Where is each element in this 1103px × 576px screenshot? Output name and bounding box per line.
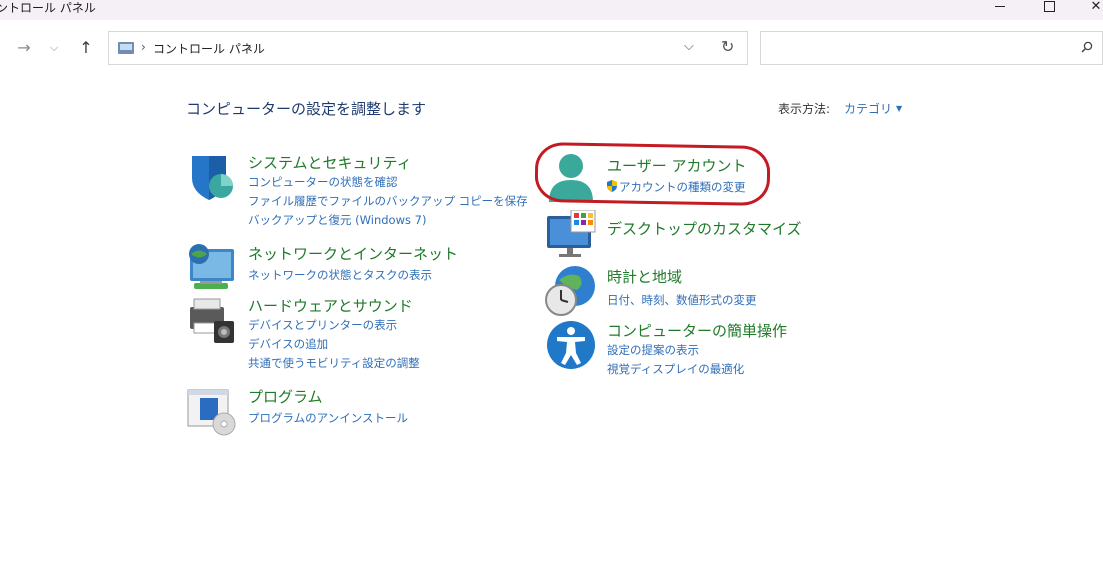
title-bar: ントロール パネル ✕ <box>0 0 1103 20</box>
clock-region-title[interactable]: 時計と地域 <box>607 266 682 287</box>
programs-icon <box>187 389 236 436</box>
network-title[interactable]: ネットワークとインターネット <box>248 243 458 264</box>
breadcrumb-chevron-icon[interactable]: › <box>247 40 252 54</box>
system-link-status[interactable]: コンピューターの状態を確認 <box>248 174 398 190</box>
network-link-status[interactable]: ネットワークの状態とタスクの表示 <box>248 267 432 283</box>
appearance-title[interactable]: デスクトップのカスタマイズ <box>607 218 802 239</box>
dropdown-caret-icon: ▼ <box>896 104 903 113</box>
search-input[interactable] <box>760 31 1103 65</box>
close-button[interactable]: ✕ <box>1084 0 1103 16</box>
view-by-dropdown[interactable]: カテゴリ ▼ <box>844 100 902 117</box>
address-bar[interactable]: › コントロール パネル › ⌵ ↻ <box>108 31 748 65</box>
maximize-icon <box>1043 1 1055 12</box>
control-panel-icon <box>118 42 134 54</box>
recent-locations-button[interactable]: ⌵ <box>44 38 64 58</box>
red-annotation-circle <box>534 141 771 207</box>
hardware-title[interactable]: ハードウェアとサウンド <box>248 295 413 316</box>
programs-link-uninstall[interactable]: プログラムのアンインストール <box>248 410 408 426</box>
minimize-button[interactable] <box>988 0 1012 16</box>
shield-icon <box>192 156 233 200</box>
system-security-title[interactable]: システムとセキュリティ <box>248 152 412 173</box>
system-link-backup[interactable]: バックアップと復元 (Windows 7) <box>248 212 426 228</box>
clock-globe-icon <box>545 266 595 316</box>
hardware-link-mobility[interactable]: 共通で使うモビリティ設定の調整 <box>248 355 420 371</box>
address-dropdown-icon[interactable]: ⌵ <box>684 39 694 54</box>
view-by-value: カテゴリ <box>844 102 893 116</box>
breadcrumb-chevron-icon[interactable]: › <box>141 40 146 54</box>
ease-link-suggestions[interactable]: 設定の提案の表示 <box>607 342 699 358</box>
printer-icon <box>190 298 234 343</box>
accessibility-icon <box>547 321 595 369</box>
ease-link-visual-display[interactable]: 視覚ディスプレイの最適化 <box>607 361 744 377</box>
maximize-button[interactable] <box>1037 0 1061 16</box>
hardware-link-add-device[interactable]: デバイスの追加 <box>248 336 328 352</box>
refresh-icon[interactable]: ↻ <box>721 37 734 56</box>
network-globe-icon <box>189 244 234 289</box>
view-by-label: 表示方法: <box>778 102 831 116</box>
up-button[interactable]: ↑ <box>76 38 96 58</box>
back-button[interactable]: → <box>14 38 34 58</box>
desktop-customize-icon <box>547 210 596 257</box>
hardware-link-devices[interactable]: デバイスとプリンターの表示 <box>248 317 397 333</box>
window-title: ントロール パネル <box>0 1 96 15</box>
page-title: コンピューターの設定を調整します <box>186 100 427 118</box>
minimize-icon <box>995 5 1005 8</box>
search-icon <box>1081 41 1093 53</box>
clock-link-date-time[interactable]: 日付、時刻、数値形式の変更 <box>607 292 757 308</box>
system-link-file-history[interactable]: ファイル履歴でファイルのバックアップ コピーを保存 <box>248 193 528 209</box>
ease-of-access-title[interactable]: コンピューターの簡単操作 <box>607 320 787 341</box>
programs-title[interactable]: プログラム <box>248 386 323 407</box>
